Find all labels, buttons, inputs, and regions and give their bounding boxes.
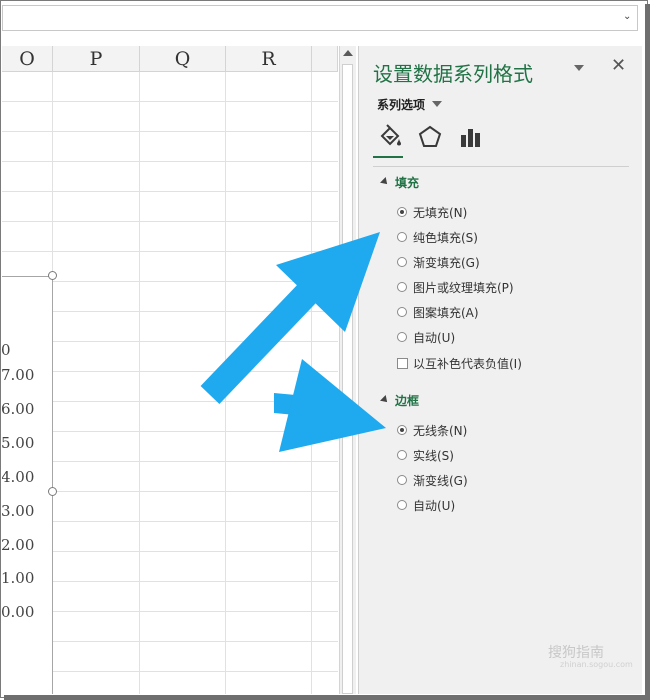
y-tick-label: 0 bbox=[2, 341, 11, 359]
scroll-up-arrow-icon[interactable] bbox=[343, 50, 353, 56]
y-tick-label: 4.00 bbox=[2, 468, 35, 486]
radio-icon[interactable] bbox=[397, 232, 407, 242]
y-tick-label: 1.00 bbox=[2, 569, 35, 587]
radio-icon[interactable] bbox=[397, 332, 407, 342]
radio-icon[interactable] bbox=[397, 450, 407, 460]
column-header-p[interactable]: P bbox=[53, 46, 140, 72]
border-section-heading[interactable]: 边框 bbox=[395, 392, 419, 409]
option-label: 渐变线(G) bbox=[413, 474, 468, 488]
chevron-down-icon[interactable]: ⌄ bbox=[623, 12, 633, 22]
y-tick-label: 7.00 bbox=[2, 366, 35, 384]
collapse-triangle-icon[interactable] bbox=[380, 395, 390, 405]
format-data-series-pane: 设置数据系列格式 ✕ 系列选项 填充 无填充(N) 纯色填充(S) 渐变填充(G… bbox=[358, 46, 642, 694]
radio-icon[interactable] bbox=[397, 500, 407, 510]
pentagon-effects-icon[interactable] bbox=[417, 124, 443, 150]
column-header-q[interactable]: Q bbox=[140, 46, 226, 72]
y-tick-label: 0.00 bbox=[2, 603, 35, 621]
worksheet-grid[interactable]: O P Q R 0 7.00 6.00 5.00 4.00 3.00 2.00 … bbox=[2, 46, 338, 694]
grid-hline bbox=[2, 131, 338, 132]
grid-vline bbox=[225, 72, 226, 694]
option-label: 以互补色代表负值(I) bbox=[413, 357, 522, 371]
active-tab-indicator bbox=[373, 156, 403, 158]
y-tick-label: 6.00 bbox=[2, 400, 35, 418]
bar-chart-icon[interactable] bbox=[457, 124, 483, 150]
radio-icon[interactable] bbox=[397, 307, 407, 317]
grid-hline bbox=[2, 101, 338, 102]
watermark-text: 搜狗指南 bbox=[548, 645, 604, 661]
checkbox-icon[interactable] bbox=[397, 358, 408, 369]
option-label: 无填充(N) bbox=[413, 206, 468, 220]
resize-handle-mid-right[interactable] bbox=[48, 487, 57, 496]
grid-hline bbox=[2, 251, 338, 252]
radio-icon[interactable] bbox=[397, 257, 407, 267]
radio-icon[interactable] bbox=[397, 475, 407, 485]
collapse-triangle-icon[interactable] bbox=[380, 177, 390, 187]
scrollbar-thumb[interactable] bbox=[342, 64, 353, 694]
grid-hline bbox=[2, 191, 338, 192]
close-icon[interactable]: ✕ bbox=[611, 56, 626, 76]
pane-title: 设置数据系列格式 bbox=[373, 62, 533, 86]
radio-icon[interactable] bbox=[397, 282, 407, 292]
column-header-partial[interactable] bbox=[312, 46, 338, 72]
series-options-label[interactable]: 系列选项 bbox=[377, 96, 425, 113]
option-label: 自动(U) bbox=[413, 499, 456, 513]
watermark-subtext: zhinan.sogou.com bbox=[560, 660, 633, 669]
fill-section-heading[interactable]: 填充 bbox=[395, 174, 419, 191]
y-tick-label: 5.00 bbox=[2, 434, 35, 452]
grid-vline bbox=[139, 72, 140, 694]
option-label: 纯色填充(S) bbox=[413, 231, 478, 245]
chart-area[interactable]: 0 7.00 6.00 5.00 4.00 3.00 2.00 1.00 0.0… bbox=[2, 276, 53, 694]
radio-selected-icon[interactable] bbox=[397, 207, 407, 217]
option-label: 渐变填充(G) bbox=[413, 256, 480, 270]
column-header-o[interactable]: O bbox=[2, 46, 53, 72]
grid-hline bbox=[2, 161, 338, 162]
option-label: 图片或纹理填充(P) bbox=[413, 281, 514, 295]
pane-options-dropdown-icon[interactable] bbox=[574, 65, 584, 71]
option-label: 自动(U) bbox=[413, 331, 456, 345]
option-label: 无线条(N) bbox=[413, 424, 468, 438]
y-tick-label: 3.00 bbox=[2, 502, 35, 520]
radio-selected-icon[interactable] bbox=[397, 425, 407, 435]
option-label: 图案填充(A) bbox=[413, 306, 479, 320]
grid-hline bbox=[2, 221, 338, 222]
window-shadow-right bbox=[645, 4, 650, 700]
pane-divider bbox=[373, 166, 629, 167]
formula-bar[interactable]: ⌄ bbox=[2, 5, 638, 31]
fill-bucket-icon[interactable] bbox=[377, 124, 403, 150]
resize-handle-top-right[interactable] bbox=[48, 271, 57, 280]
option-label: 实线(S) bbox=[413, 449, 454, 463]
series-options-dropdown-icon[interactable] bbox=[432, 101, 442, 107]
grid-vline bbox=[311, 72, 312, 694]
y-tick-label: 2.00 bbox=[2, 536, 35, 554]
window-shadow-bottom bbox=[4, 695, 650, 700]
column-header-r[interactable]: R bbox=[226, 46, 312, 72]
vertical-scrollbar[interactable] bbox=[339, 46, 356, 694]
